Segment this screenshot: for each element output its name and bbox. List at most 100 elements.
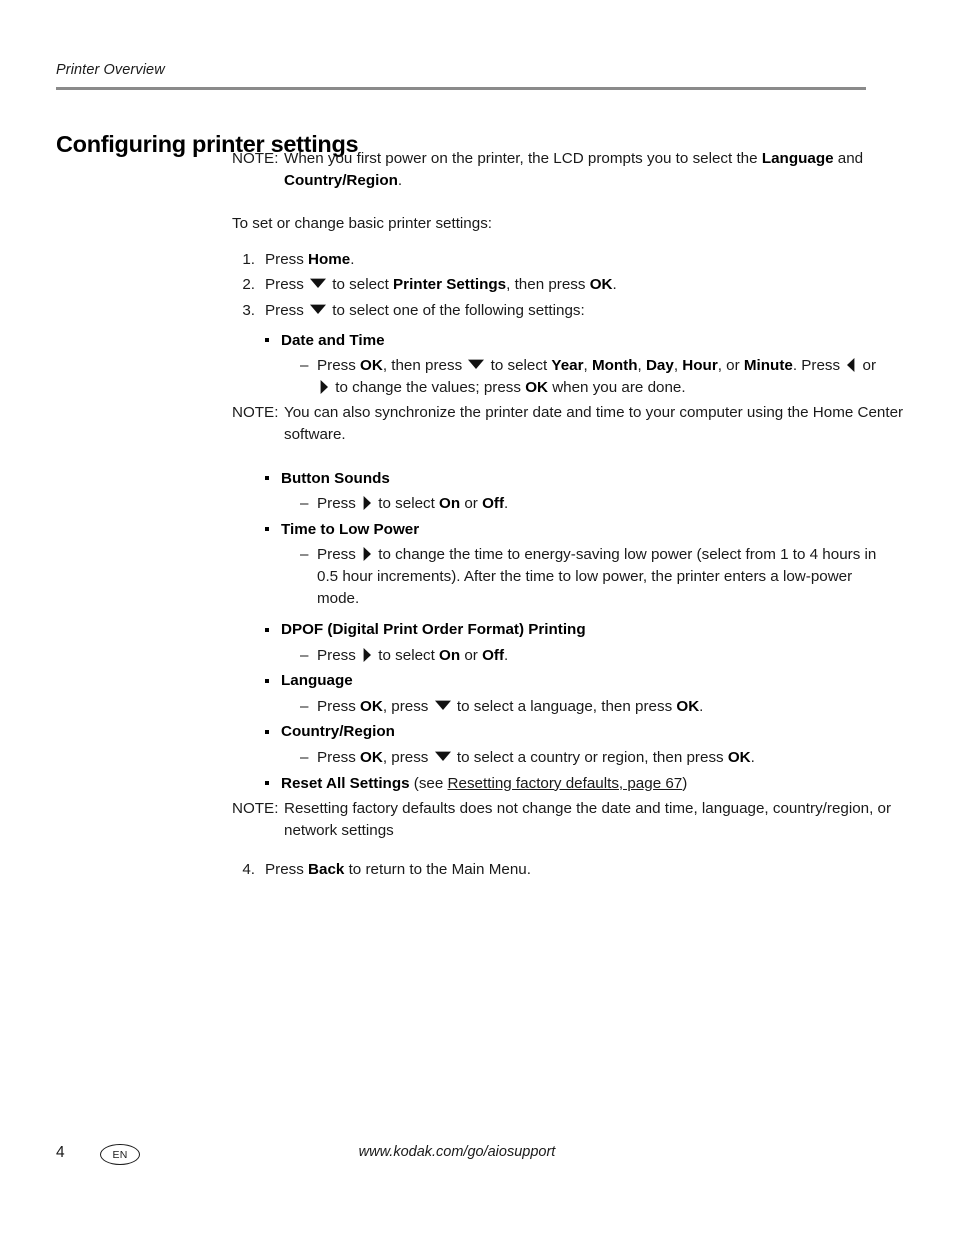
step-number: 2. — [242, 276, 255, 294]
step-number: 1. — [242, 250, 255, 268]
detail-text: Press — [317, 546, 361, 564]
setting-detail-language: – Press OK, press to select a language, t… — [300, 696, 892, 718]
step-1: 1. Press Home. — [240, 249, 905, 271]
detail-bold-ok-2: OK — [525, 378, 548, 396]
reset-paren-open: (see — [409, 774, 448, 792]
detail-bold-ok: OK — [360, 749, 383, 767]
square-bullet-icon — [265, 338, 269, 343]
detail-text: or — [460, 646, 483, 664]
running-header: Printer Overview — [56, 62, 165, 78]
arrow-down-icon — [434, 750, 451, 762]
detail-text: to select a language, then press — [452, 697, 677, 715]
arrow-down-icon — [468, 358, 485, 370]
detail-text: or — [858, 357, 877, 375]
detail-bold-year: Year — [551, 357, 584, 375]
note-sync-date-time: NOTE: You can also synchronize the printe… — [232, 402, 924, 445]
detail-bold-ok: OK — [360, 697, 383, 715]
detail-text: , — [583, 357, 592, 375]
step-bold-home: Home — [308, 250, 351, 268]
setting-detail-dpof-printing: – Press to select On or Off. — [300, 645, 892, 667]
step-text: Press — [265, 250, 309, 268]
detail-text: , press — [382, 749, 433, 767]
step-text-mid: to select — [328, 276, 394, 294]
note-reset-factory-defaults: NOTE: Resetting factory defaults does not… — [232, 798, 924, 841]
step-text: Press — [265, 301, 309, 319]
step-text: Press — [265, 861, 309, 879]
step-text-mid2: , then press — [506, 276, 590, 294]
square-bullet-icon — [265, 781, 269, 786]
detail-text: , or — [717, 357, 744, 375]
setting-name: Time to Low Power — [281, 520, 420, 538]
square-bullet-icon — [265, 729, 269, 734]
detail-text: . — [504, 646, 509, 664]
note-label: NOTE: — [232, 800, 279, 818]
note-bold-country-region: Country/Region — [284, 171, 398, 189]
detail-text: to select a country or region, then pres… — [452, 749, 728, 767]
detail-text: . — [504, 495, 509, 513]
setting-item-dpof-printing: DPOF (Digital Print Order Format) Printi… — [264, 619, 891, 641]
note-text-period: . — [397, 171, 403, 189]
setting-item-reset-all-settings: Reset All Settings (see Resetting factor… — [264, 773, 891, 795]
detail-text: Press — [317, 749, 361, 767]
step-bold-ok: OK — [589, 276, 613, 294]
detail-text: Press — [317, 697, 361, 715]
detail-text: . — [699, 697, 704, 715]
setting-item-country-region: Country/Region — [264, 721, 891, 743]
arrow-right-icon — [363, 496, 372, 511]
link-resetting-factory-defaults[interactable]: Resetting factory defaults, page 67 — [448, 775, 683, 792]
step-number: 4. — [242, 861, 255, 879]
setting-item-language: Language — [264, 670, 891, 692]
setting-item-date-and-time: Date and Time — [264, 330, 891, 352]
detail-text: when you are done. — [547, 378, 686, 396]
step-text: Press — [265, 276, 309, 294]
detail-text: or — [460, 495, 483, 513]
setting-name: Button Sounds — [281, 469, 390, 487]
step-text-end: . — [612, 276, 617, 294]
step-bold-back: Back — [308, 861, 345, 879]
detail-text: to select — [374, 495, 440, 513]
note-label: NOTE: — [232, 404, 279, 422]
arrow-right-icon — [363, 547, 372, 562]
setting-item-time-to-low-power: Time to Low Power — [264, 519, 891, 541]
detail-bold-month: Month — [591, 357, 638, 375]
detail-text: . Press — [792, 357, 845, 375]
note-text-and: and — [833, 150, 864, 167]
dash-marker: – — [300, 697, 309, 715]
detail-bold-ok-2: OK — [676, 697, 700, 715]
detail-bold-day: Day — [645, 357, 674, 375]
setting-name: DPOF (Digital Print Order Format) Printi… — [281, 621, 586, 639]
setting-name: Country/Region — [281, 723, 395, 741]
dash-marker: – — [300, 749, 309, 767]
dash-marker: – — [300, 646, 309, 664]
arrow-left-icon — [847, 358, 855, 373]
detail-text: Press — [317, 646, 361, 664]
setting-detail-time-to-low-power: – Press to change the time to energy-savi… — [300, 544, 892, 609]
step-bold-printer-settings: Printer Settings — [393, 276, 507, 294]
arrow-down-icon — [434, 699, 451, 710]
intro-paragraph: To set or change basic printer settings: — [232, 215, 493, 233]
step-2: 2. Press to select Printer Settings, then… — [240, 274, 905, 296]
detail-bold-on: On — [439, 495, 461, 513]
dash-marker: – — [300, 546, 309, 564]
detail-text: to select — [486, 357, 552, 375]
setting-detail-date-and-time: – Press OK, then press to select Year, Mo… — [300, 355, 892, 398]
arrow-right-icon — [320, 379, 328, 394]
detail-text: to change the time to energy-saving low … — [317, 546, 877, 607]
note-text: You can also synchronize the printer dat… — [284, 404, 904, 443]
arrow-down-icon — [310, 303, 327, 314]
setting-name: Reset All Settings — [281, 774, 410, 792]
note-label: NOTE: — [232, 150, 279, 167]
step-4: 4. Press Back to return to the Main Menu. — [240, 859, 905, 881]
document-page: Printer Overview Configuring printer set… — [0, 0, 954, 1235]
step-text-end: to return to the Main Menu. — [344, 861, 531, 879]
detail-bold-off: Off — [482, 646, 505, 664]
setting-name: Language — [281, 672, 353, 690]
step-text-end: . — [350, 250, 355, 268]
setting-detail-country-region: – Press OK, press to select a country or … — [300, 747, 892, 769]
step-3: 3. Press to select one of the following s… — [240, 300, 905, 322]
